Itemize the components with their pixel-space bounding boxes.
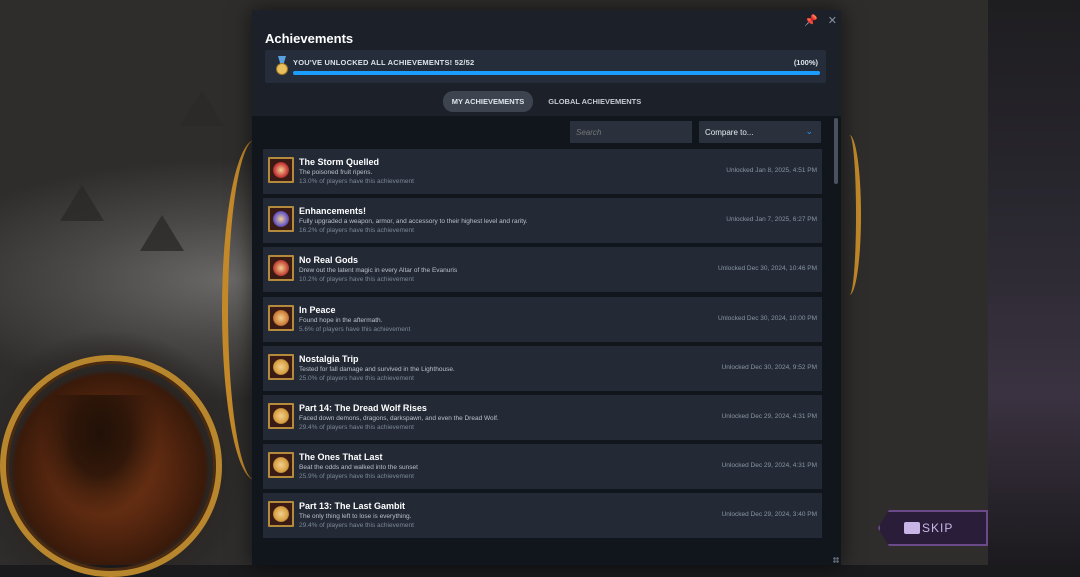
game-emblem-symbol	[40, 395, 160, 515]
pin-icon[interactable]: 📌	[804, 14, 818, 27]
achievement-description: Faced down demons, dragons, darkspawn, a…	[299, 414, 499, 422]
achievement-rarity: 29.4% of players have this achievement	[299, 423, 414, 431]
page-title: Achievements	[265, 31, 354, 46]
achievement-row[interactable]: Enhancements! Fully upgraded a weapon, ar…	[263, 198, 822, 244]
achievement-unlock-date: Unlocked Dec 29, 2024, 4:31 PM	[721, 412, 817, 420]
achievement-name: No Real Gods	[299, 255, 359, 266]
keyboard-key-icon	[904, 522, 920, 534]
scrollbar[interactable]	[834, 118, 838, 184]
achievement-rarity: 13.0% of players have this achievement	[299, 178, 414, 185]
achievement-name: Enhancements!	[299, 206, 367, 217]
achievement-badge-icon	[268, 304, 294, 331]
achievement-list: The Storm Quelled The poisoned fruit ripe…	[263, 149, 822, 543]
progress-bar	[293, 71, 820, 75]
achievement-badge-icon	[268, 452, 294, 479]
achievement-unlock-date: Unlocked Jan 8, 2025, 4:51 PM	[726, 167, 817, 174]
achievement-tabs: MY ACHIEVEMENTS GLOBAL ACHIEVEMENTS	[252, 91, 841, 112]
achievement-name: Nostalgia Trip	[299, 353, 359, 364]
achievement-rarity: 16.2% of players have this achievement	[299, 227, 414, 235]
skip-label: SKIP	[922, 521, 954, 535]
resize-handle-icon[interactable]	[833, 557, 839, 563]
medal-icon	[275, 56, 289, 76]
achievement-description: Beat the odds and walked into the sunset	[299, 464, 418, 472]
skip-button[interactable]: SKIP	[878, 510, 988, 546]
achievement-rarity: 5.6% of players have this achievement	[299, 325, 411, 333]
compare-dropdown[interactable]: Compare to... ⌄	[699, 121, 821, 143]
achievement-description: Tested for fall damage and survived in t…	[299, 365, 455, 373]
progress-percent: (100%)	[793, 58, 818, 67]
achievement-badge-icon	[268, 353, 294, 380]
tab-global-achievements[interactable]: GLOBAL ACHIEVEMENTS	[539, 91, 650, 112]
achievement-list-area: Compare to... ⌄ The Storm Quelled The poi…	[252, 116, 841, 565]
search-input[interactable]	[570, 121, 692, 143]
achievement-description: Drew out the latent magic in every Altar…	[299, 267, 458, 275]
achievement-row[interactable]: Part 13: The Last Gambit The only thing l…	[263, 493, 822, 539]
achievement-description: The poisoned fruit ripens.	[299, 169, 373, 176]
achievement-rarity: 25.0% of players have this achievement	[299, 374, 414, 382]
achievement-unlock-date: Unlocked Jan 7, 2025, 6:27 PM	[726, 216, 817, 224]
achievement-badge-icon	[268, 402, 294, 429]
achievement-unlock-date: Unlocked Dec 30, 2024, 10:00 PM	[717, 314, 817, 322]
achievement-name: Part 13: The Last Gambit	[299, 501, 406, 512]
tab-my-achievements[interactable]: MY ACHIEVEMENTS	[442, 91, 534, 112]
achievement-row[interactable]: The Storm Quelled The poisoned fruit ripe…	[263, 149, 822, 194]
achievement-badge-icon	[268, 206, 294, 233]
achievement-unlock-date: Unlocked Dec 29, 2024, 3:40 PM	[721, 511, 817, 519]
game-carving	[140, 215, 184, 251]
achievement-badge-icon	[268, 501, 294, 528]
compare-label: Compare to...	[705, 127, 754, 137]
achievement-description: Fully upgraded a weapon, armor, and acce…	[299, 218, 528, 226]
close-icon[interactable]: ✕	[828, 14, 837, 27]
achievement-badge-icon	[268, 157, 294, 183]
achievement-name: The Storm Quelled	[299, 157, 380, 167]
achievement-rarity: 25.9% of players have this achievement	[299, 473, 414, 481]
achievement-row[interactable]: No Real Gods Drew out the latent magic in…	[263, 247, 822, 293]
achievement-row[interactable]: The Ones That Last Beat the odds and walk…	[263, 444, 822, 490]
game-carving	[60, 185, 104, 221]
achievement-unlock-date: Unlocked Dec 30, 2024, 10:46 PM	[717, 265, 817, 273]
achievement-row[interactable]: Part 14: The Dread Wolf Rises Faced down …	[263, 394, 822, 440]
achievement-unlock-date: Unlocked Dec 30, 2024, 9:52 PM	[721, 363, 817, 371]
achievement-row[interactable]: Nostalgia Trip Tested for fall damage and…	[263, 345, 822, 391]
progress-summary: YOU'VE UNLOCKED ALL ACHIEVEMENTS! 52/52 …	[265, 50, 826, 83]
achievement-badge-icon	[268, 255, 294, 282]
achievement-description: Found hope in the aftermath.	[299, 316, 383, 324]
game-gold-arc-right	[838, 135, 861, 295]
achievement-row[interactable]: In Peace Found hope in the aftermath. 5.6%…	[263, 296, 822, 342]
achievement-rarity: 10.2% of players have this achievement	[299, 276, 414, 284]
game-background-right	[988, 0, 1080, 565]
progress-bar-fill	[293, 71, 820, 75]
overlay-window-controls: 📌 ✕	[804, 14, 837, 27]
achievement-description: The only thing left to lose is everythin…	[299, 513, 412, 521]
achievement-name: The Ones That Last	[299, 452, 383, 463]
game-carving	[180, 90, 224, 126]
achievement-unlock-date: Unlocked Dec 29, 2024, 4:31 PM	[721, 462, 817, 470]
achievement-name: Part 14: The Dread Wolf Rises	[299, 402, 427, 413]
achievements-overlay: 📌 ✕ Achievements YOU'VE UNLOCKED ALL ACH…	[252, 10, 841, 565]
achievement-rarity: 29.4% of players have this achievement	[299, 522, 414, 530]
progress-label: YOU'VE UNLOCKED ALL ACHIEVEMENTS! 52/52	[293, 58, 475, 67]
achievement-name: In Peace	[299, 304, 336, 315]
chevron-down-icon: ⌄	[805, 126, 813, 136]
